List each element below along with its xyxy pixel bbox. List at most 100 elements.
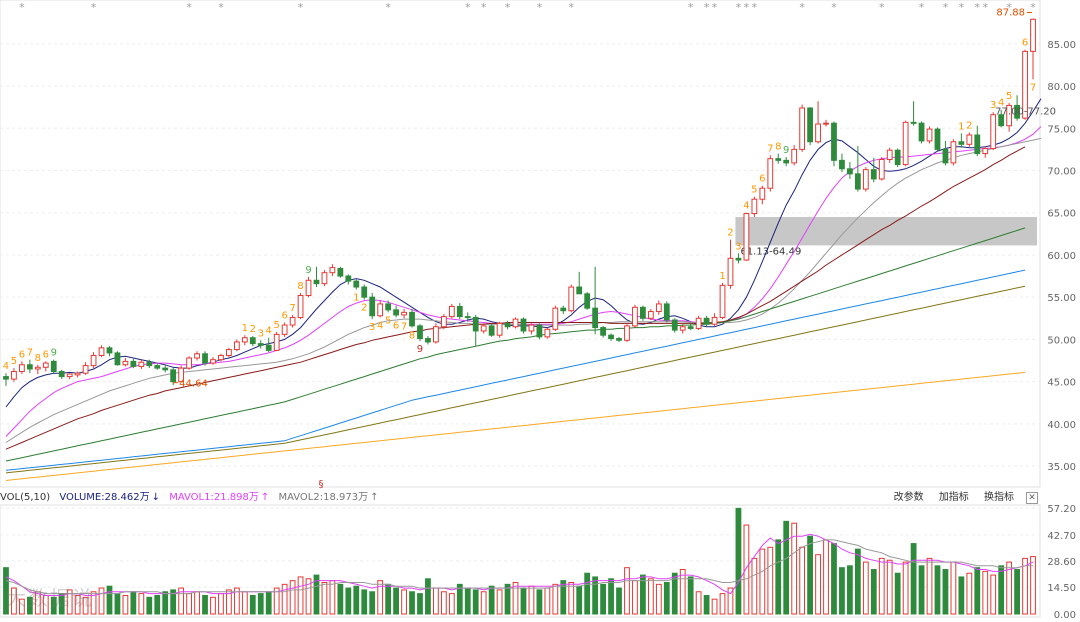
candle-body: [966, 134, 973, 145]
candle-body: [655, 303, 662, 313]
volume-bar: [910, 543, 917, 615]
candle-body: [464, 316, 471, 319]
volume-bar: [552, 583, 559, 615]
volume-bar: [146, 596, 153, 615]
watermark-logo: 大数据说: [6, 586, 94, 610]
volume-bar: [584, 572, 591, 615]
candle-body: [910, 121, 917, 124]
sequence-number: 5: [273, 320, 279, 331]
signal-marker-icon: §: [319, 479, 324, 490]
volume-bar: [632, 580, 638, 615]
candle-body: [241, 337, 248, 343]
event-star-icon: *: [975, 1, 981, 14]
price-tick-label: 80.00: [1047, 82, 1076, 93]
candle-body: [385, 303, 392, 311]
volume-bar: [934, 565, 941, 615]
volume-bar: [894, 572, 901, 615]
volume-bar: [839, 567, 845, 615]
volume-bar: [783, 520, 790, 615]
candle-body: [19, 364, 25, 373]
price-tick-label: 45.00: [1047, 378, 1076, 389]
volume-bar: [377, 580, 384, 615]
volume-bar: [401, 589, 407, 615]
candle-body: [401, 311, 407, 316]
chart-root: 35.00 40.00 45.00 50.00 55.00 60.00 65.00 70.00…: [0, 0, 1080, 621]
low-price-label: 44.64: [179, 379, 208, 390]
volume-bar: [194, 591, 200, 615]
swap-indicator-button[interactable]: 换指标: [984, 492, 1014, 503]
price-tick-label: 40.00: [1047, 420, 1076, 431]
volume-bar: [735, 507, 742, 615]
volume-bar: [138, 593, 145, 615]
candle-body: [202, 353, 208, 364]
candlestick-chart: 35.0040.0045.0050.0055.0060.0065.0070.00…: [0, 0, 1076, 621]
sequence-number: 1: [958, 121, 964, 132]
ma-line-1: [5, 126, 1042, 437]
volume-bar: [536, 589, 543, 615]
sequence-number: 3: [369, 322, 375, 333]
volume-bar: [870, 569, 877, 615]
volume-bar: [831, 543, 837, 615]
candle-body: [878, 159, 885, 180]
volume-bar: [703, 594, 710, 615]
add-indicator-button[interactable]: 加指标: [939, 492, 969, 503]
volume-bar: [218, 593, 224, 615]
candle-body: [823, 122, 829, 125]
volume-bar: [647, 578, 654, 615]
candle-body: [791, 148, 798, 164]
close-icon[interactable]: ✕: [1026, 492, 1038, 504]
event-star-icon: *: [752, 1, 758, 14]
change-params-button[interactable]: 改参数: [894, 492, 924, 503]
candle-body: [703, 317, 710, 325]
volume-bar: [520, 587, 527, 615]
volume-bar: [345, 587, 352, 615]
candle-body: [305, 279, 312, 296]
price-tick-label: 85.00: [1047, 40, 1076, 51]
volume-bar: [862, 561, 869, 615]
candle-body: [854, 173, 861, 190]
volume-bar: [616, 587, 622, 615]
candle-body: [640, 306, 646, 319]
volume-bar: [759, 548, 766, 615]
sequence-number: 8: [297, 281, 303, 292]
gap-zone-label: 61.13-64.49: [740, 246, 801, 257]
candle-body: [544, 328, 551, 338]
candle-body: [504, 322, 511, 328]
candle-body: [353, 280, 360, 288]
sequence-number: 1: [353, 293, 359, 304]
volume-bar: [504, 583, 511, 615]
candle-body: [154, 365, 161, 369]
event-star-icon: *: [799, 1, 805, 14]
volume-bar: [1022, 557, 1028, 615]
volume-bar: [982, 570, 989, 615]
ma-line-6: [5, 285, 1026, 474]
candle-body: [942, 148, 949, 164]
event-star-icon: *: [465, 1, 471, 14]
sequence-number: 5: [385, 315, 391, 326]
candle-body: [552, 307, 559, 330]
candle-body: [536, 324, 543, 338]
vol-indicator-label[interactable]: VOL(5,10): [0, 492, 50, 503]
candle-body: [576, 286, 583, 295]
candle-body: [257, 343, 264, 346]
event-star-icon: *: [943, 1, 949, 14]
volume-bar: [926, 557, 933, 615]
candle-body: [281, 324, 288, 335]
candle-body: [759, 187, 766, 200]
volume-bar: [600, 583, 606, 615]
volume-bar: [775, 539, 782, 615]
candle-body: [695, 317, 702, 329]
candle-body: [902, 121, 909, 166]
volume-bar: [902, 561, 909, 615]
event-star-icon: *: [91, 1, 97, 14]
volume-bar: [281, 583, 288, 615]
volume-bar: [329, 580, 336, 615]
event-star-icon: *: [688, 1, 694, 14]
candle-body: [894, 149, 901, 166]
sequence-number: 7: [767, 143, 773, 154]
candle-body: [74, 372, 81, 376]
candle-body: [218, 354, 224, 361]
candle-body: [751, 198, 758, 215]
event-star-icon: *: [959, 1, 965, 14]
sequence-number: 1: [242, 323, 248, 334]
